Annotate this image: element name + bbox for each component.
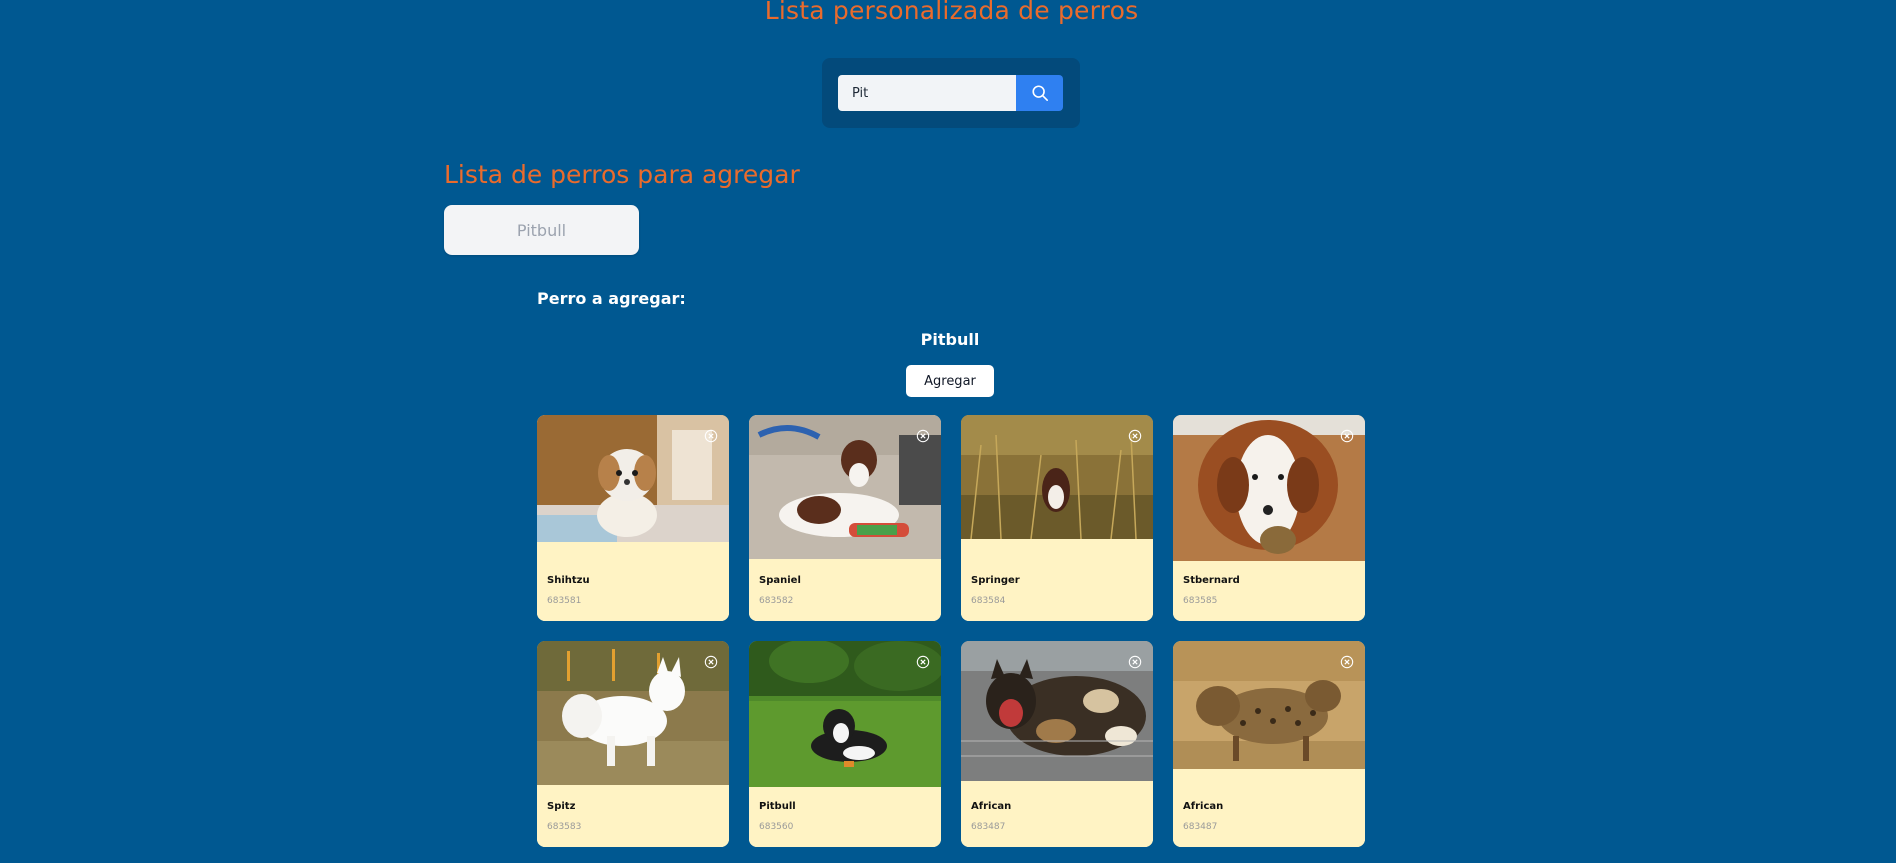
- dog-name: Springer: [971, 575, 1020, 586]
- dog-card-grid: Shihtzu 683581 Spaniel 683582 Springer 6…: [537, 415, 1365, 847]
- dog-name: Shihtzu: [547, 575, 590, 586]
- dog-card-info: African 683487: [961, 787, 1153, 847]
- dog-to-add-label: Perro a agregar:: [537, 289, 686, 308]
- dog-card: Stbernard 683585: [1173, 415, 1365, 621]
- remove-icon[interactable]: [1128, 655, 1142, 669]
- remove-icon[interactable]: [704, 655, 718, 669]
- remove-icon[interactable]: [1340, 429, 1354, 443]
- dog-card: African 683487: [1173, 641, 1365, 847]
- dog-id: 683583: [547, 822, 582, 832]
- search-button[interactable]: [1016, 75, 1063, 111]
- dog-id: 683560: [759, 822, 794, 832]
- remove-icon[interactable]: [916, 655, 930, 669]
- hyena-photo: [1173, 641, 1365, 769]
- dog-card-info: Pitbull 683560: [749, 787, 941, 847]
- dog-card: Springer 683584: [961, 415, 1153, 621]
- white-spitz-photo: [537, 641, 729, 785]
- dog-name: Spitz: [547, 801, 576, 812]
- dog-card-info: African 683487: [1173, 787, 1365, 847]
- shihtzu-puppy-photo: [537, 415, 729, 542]
- dog-card: Spitz 683583: [537, 641, 729, 847]
- dog-card-info: Shihtzu 683581: [537, 561, 729, 621]
- dog-id: 683584: [971, 596, 1006, 606]
- remove-icon[interactable]: [916, 429, 930, 443]
- page: Lista personalizada de perros Lista de p…: [0, 0, 1896, 863]
- dog-card: African 683487: [961, 641, 1153, 847]
- dog-name: Spaniel: [759, 575, 801, 586]
- dog-name: Pitbull: [759, 801, 796, 812]
- dog-card: Shihtzu 683581: [537, 415, 729, 621]
- remove-icon[interactable]: [704, 429, 718, 443]
- dog-name: African: [971, 801, 1012, 812]
- dog-id: 683487: [1183, 822, 1218, 832]
- dog-id: 683487: [971, 822, 1006, 832]
- dog-card-info: Spitz 683583: [537, 787, 729, 847]
- dog-card: Spaniel 683582: [749, 415, 941, 621]
- dog-card-info: Spaniel 683582: [749, 561, 941, 621]
- springer-in-grass-photo: [961, 415, 1153, 539]
- dog-id: 683585: [1183, 596, 1218, 606]
- candidate-button-pitbull[interactable]: Pitbull: [444, 205, 639, 255]
- remove-icon[interactable]: [1128, 429, 1142, 443]
- remove-icon[interactable]: [1340, 655, 1354, 669]
- dog-name: African: [1183, 801, 1224, 812]
- spaniel-puppy-photo: [749, 415, 941, 559]
- dog-card-info: Springer 683584: [961, 561, 1153, 621]
- dog-on-lawn-photo: [749, 641, 941, 787]
- candidates-title: Lista de perros para agregar: [444, 160, 800, 189]
- search-icon: [1031, 85, 1048, 102]
- search-panel: [822, 58, 1080, 128]
- dog-id: 683582: [759, 596, 794, 606]
- selected-dog-name: Pitbull: [920, 330, 980, 349]
- dog-id: 683581: [547, 596, 582, 606]
- dog-card: Pitbull 683560: [749, 641, 941, 847]
- african-wild-dog-photo: [961, 641, 1153, 781]
- dog-card-info: Stbernard 683585: [1173, 561, 1365, 621]
- dog-name: Stbernard: [1183, 575, 1240, 586]
- page-title: Lista personalizada de perros: [764, 0, 1139, 25]
- add-button[interactable]: Agregar: [906, 365, 994, 397]
- search-input[interactable]: [838, 75, 1016, 111]
- st-bernard-puppy-photo: [1173, 415, 1365, 561]
